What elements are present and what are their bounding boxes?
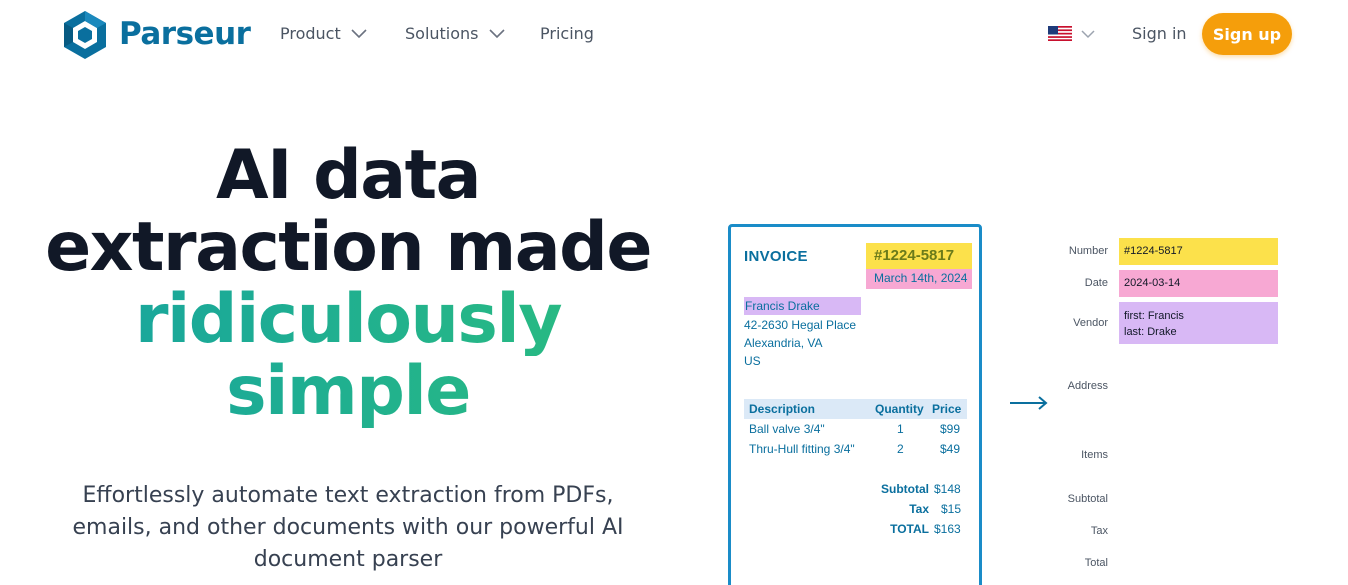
language-chevron-down-icon[interactable] bbox=[1081, 30, 1095, 39]
item-description: Thru-Hull fitting 3/4" bbox=[749, 442, 855, 456]
item-price: $49 bbox=[940, 442, 961, 456]
field-value-number: #1224-5817 bbox=[1119, 238, 1278, 265]
item-quantity: 2 bbox=[897, 442, 904, 456]
field-value-vendor: first: Francis last: Drake bbox=[1119, 302, 1278, 344]
invoice-address-city: Alexandria, VA bbox=[744, 336, 823, 350]
us-flag-icon[interactable] bbox=[1048, 26, 1072, 41]
field-label-number: Number bbox=[1068, 245, 1108, 257]
brand-logo-link[interactable]: Parseur bbox=[62, 9, 251, 59]
top-nav: Parseur Product Solutions Pricing Sign i… bbox=[0, 0, 1348, 70]
invoice-address-name: Francis Drake bbox=[744, 297, 861, 315]
hero-title-line-4: simple bbox=[40, 356, 656, 428]
field-label-vendor: Vendor bbox=[1073, 317, 1108, 329]
tax-value: $15 bbox=[941, 502, 962, 516]
invoice-illustration: INVOICE #1224-5817 March 14th, 2024 Fran… bbox=[728, 224, 982, 585]
nav-product[interactable]: Product bbox=[280, 24, 367, 43]
nav-pricing[interactable]: Pricing bbox=[540, 24, 594, 43]
hero-title-line-2: extraction made bbox=[45, 208, 652, 287]
vendor-last: last: Drake bbox=[1124, 326, 1177, 338]
nav-solutions[interactable]: Solutions bbox=[405, 24, 505, 43]
total-label: TOTAL bbox=[890, 522, 929, 536]
nav-product-label: Product bbox=[280, 24, 341, 43]
field-label-date: Date bbox=[1084, 277, 1108, 289]
item-price: $99 bbox=[940, 422, 961, 436]
invoice-date: March 14th, 2024 bbox=[866, 269, 972, 289]
nav-solutions-label: Solutions bbox=[405, 24, 479, 43]
col-description: Description bbox=[749, 402, 816, 416]
parseur-logo-icon bbox=[64, 11, 106, 59]
vendor-first: first: Francis bbox=[1124, 310, 1184, 322]
hero-title-line-1: AI data bbox=[215, 136, 482, 215]
hero-title: AI data extraction made ridiculously sim… bbox=[40, 140, 656, 428]
brand-name: Parseur bbox=[119, 16, 251, 52]
field-label-items: Items bbox=[1081, 449, 1108, 461]
invoice-item-row: Thru-Hull fitting 3/4" 2 $49 bbox=[744, 439, 967, 459]
invoice-address-country: US bbox=[744, 354, 761, 368]
invoice-item-row: Ball valve 3/4" 1 $99 bbox=[744, 419, 967, 439]
hero-title-line-3: ridiculously bbox=[40, 284, 656, 356]
col-quantity: Quantity bbox=[875, 402, 924, 416]
tax-label: Tax bbox=[909, 502, 929, 516]
field-label-address: Address bbox=[1067, 380, 1108, 392]
chevron-down-icon bbox=[488, 28, 505, 38]
invoice-items-header: Description Quantity Price bbox=[744, 399, 967, 419]
field-label-subtotal: Subtotal bbox=[1067, 493, 1108, 505]
subtotal-value: $148 bbox=[934, 482, 961, 496]
item-description: Ball valve 3/4" bbox=[749, 422, 825, 436]
sign-up-button[interactable]: Sign up bbox=[1202, 13, 1292, 55]
invoice-title: INVOICE bbox=[744, 248, 808, 265]
total-value: $163 bbox=[934, 522, 961, 536]
field-value-date: 2024-03-14 bbox=[1119, 270, 1278, 297]
invoice-address-street: 42-2630 Hegal Place bbox=[744, 318, 857, 332]
subtotal-label: Subtotal bbox=[881, 482, 929, 496]
invoice-number: #1224-5817 bbox=[866, 243, 972, 269]
chevron-down-icon bbox=[351, 28, 367, 38]
col-price: Price bbox=[932, 402, 962, 416]
sign-in-link[interactable]: Sign in bbox=[1132, 24, 1187, 43]
nav-pricing-label: Pricing bbox=[540, 24, 594, 43]
hero-subtitle: Effortlessly automate text extraction fr… bbox=[72, 483, 624, 572]
field-label-tax: Tax bbox=[1090, 525, 1108, 537]
field-label-total: Total bbox=[1084, 557, 1108, 569]
arrow-right-icon bbox=[1010, 396, 1048, 410]
item-quantity: 1 bbox=[897, 422, 904, 436]
